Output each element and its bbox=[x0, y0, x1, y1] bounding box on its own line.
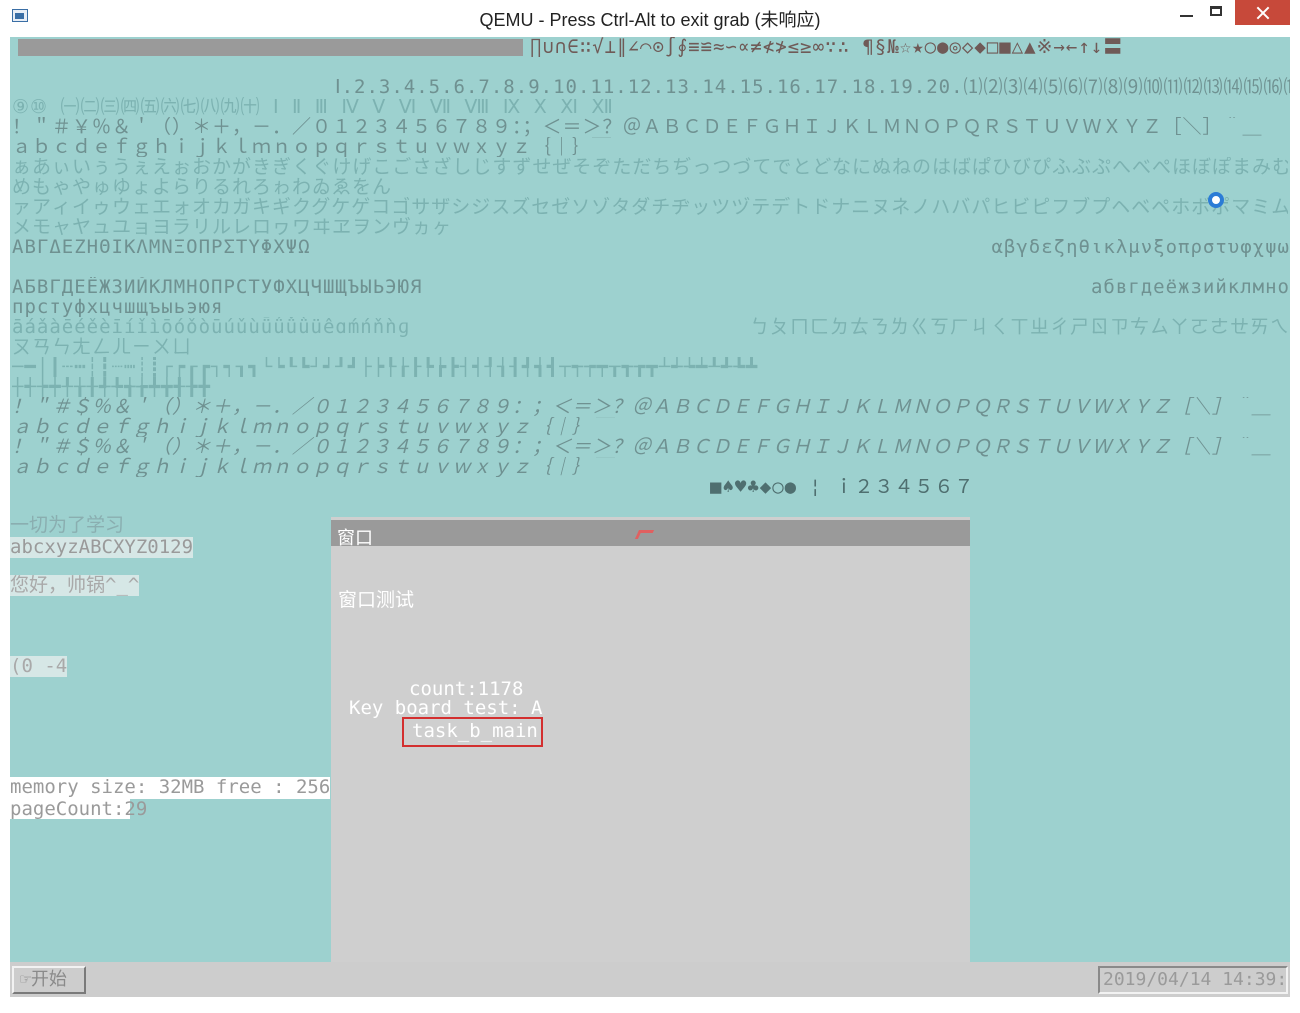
bottom-strip bbox=[0, 997, 1300, 1013]
memory-size-text: memory size: 32MB free : 25600KB bbox=[10, 776, 377, 799]
start-label: 开始 bbox=[30, 969, 67, 990]
hand-icon: ☞ bbox=[20, 969, 31, 990]
clock: 2019/04/14 14:39:50 bbox=[1098, 966, 1288, 994]
font-row-bopomofo-2: ㄡㄢㄣㄤㄥㄦㄧㄨㄩ bbox=[12, 337, 193, 357]
start-button[interactable]: ☞开始 bbox=[12, 966, 86, 994]
screen-top-bar bbox=[18, 39, 523, 56]
window-titlebar[interactable]: QEMU - Press Ctrl-Alt to exit grab (未响应) bbox=[0, 0, 1300, 34]
font-row-greek-lower: αβγδεζηθικλμνξοπρστυφχψω bbox=[991, 237, 1290, 257]
taskbar: ☞开始 2019/04/14 14:39:50 bbox=[10, 962, 1290, 997]
font-row-hiragana-1: ぁあぃいぅうぇえぉおかがきぎくぐけげこごさざしじすずせぜそぞただちぢっつづてでと… bbox=[12, 157, 1288, 177]
page-count-text: pageCount:29 bbox=[10, 798, 148, 820]
font-row-card-symbols: ■♠♥♣◆○● ¦ ｉ２３４５６７ bbox=[710, 477, 975, 497]
font-row-symbols: ∏∪∩∈∷√⊥∥∠⌒⊙∫∮≡≌≈∽∝≠≮≯≤≥∞∵∴ ¶§№☆★○●◎◇◆□■△… bbox=[530, 37, 1124, 57]
task-label-highlighted: task_b_main bbox=[402, 717, 543, 747]
font-row-cyrillic-lower-2: прстуфхцчшщъыьэюя bbox=[12, 297, 224, 317]
keyboard-test-label: Key board test: bbox=[349, 697, 521, 719]
font-row-numbers: Ⅰ.2.3.4.5.6.7.8.9.10.11.12.13.14.15.16.1… bbox=[335, 77, 1290, 97]
font-row-cyrillic-upper: АБВГДЕЁЖЗИЙКЛМНОПРСТУФХЦЧШЩЪЫЬЭЮЯ bbox=[12, 277, 423, 297]
test-window[interactable]: 窗口 窗口测试 count:1178 Key board test: A tas… bbox=[331, 517, 970, 997]
font-row-italic-upper-2: ！＂＃＄％＆＇（）＊＋，－．／０１２３４５６７８９：；＜＝＞？＠ＡＢＣＤＥＦＧＨ… bbox=[12, 437, 1273, 457]
label-alphabet: abcxyzABCXYZ0129 bbox=[10, 536, 194, 558]
font-row-greek-upper: ΑΒΓΔΕΖΗΘΙΚΛΜΝΞΟΠΡΣΤΥΦΧΨΩ bbox=[12, 237, 311, 257]
font-row-cyrillic-lower-1: абвгдеёжзийклмно bbox=[1090, 277, 1290, 297]
font-row-italic-lower-1: ａｂｃｄｅｆｇｈｉｊｋｌｍｎｏｐｑｒｓｔｕｖｗｘｙｚ｛｜｝￣ bbox=[12, 417, 613, 437]
font-row-ascii-upper: ！＂＃￥％＆＇（）＊＋，－．／０１２３４５６７８９：；＜＝＞？＠ＡＢＣＤＥＦＧＨ… bbox=[12, 117, 1263, 137]
font-row-pinyin: āáǎàēéěèīíǐìōóǒòūúǔùǖǘǚǜüêɑḿńňǹɡ bbox=[12, 317, 411, 337]
mouse-coordinates: (0 -4 bbox=[10, 655, 68, 677]
qemu-app-icon bbox=[12, 9, 28, 22]
font-row-italic-lower-2: ａｂｃｄｅｆｇｈｉｊｋｌｍｎｏｐｑｒｓｔｕｖｗｘｙｚ｛｜｝￣ bbox=[12, 457, 613, 477]
test-window-heading: 窗口测试 bbox=[338, 589, 415, 611]
label-greeting: 您好，帅锅^_^ bbox=[10, 574, 140, 596]
emulator-screen[interactable]: ∏∪∩∈∷√⊥∥∠⌒⊙∫∮≡≌≈∽∝≠≮≯≤≥∞∵∴ ¶§№☆★○●◎◇◆□■△… bbox=[10, 37, 1290, 997]
font-row-katakana-2: メモャヤュユョヨラリルレロヮワヰヱヲンヴヵヶ bbox=[12, 217, 453, 237]
font-row-box-drawing-2: ┼┽┾┿╀╁╂╃╄╅╆╇╈╉╊╋ bbox=[12, 377, 212, 397]
mouse-cursor-icon bbox=[1208, 192, 1224, 208]
close-button[interactable] bbox=[1235, 0, 1290, 25]
font-row-italic-upper-1: ！＂＃＄％＆＇（）＊＋，－．／０１２３４５６７８９：；＜＝＞？＠ＡＢＣＤＥＦＧＨ… bbox=[12, 397, 1273, 417]
font-row-box-drawing-1: ─━│┃┄┅┆┇┈┉┊┋┌┍┎┏┐┑┒┓└┕┖┗┘┙┚┛├┝┞┟┠┡┢┣┤┥┦┧… bbox=[12, 357, 759, 377]
font-row-numerals: ⑨⑩ ㈠㈡㈢㈣㈤㈥㈦㈧㈨㈩ Ⅰ Ⅱ Ⅲ Ⅳ Ⅴ Ⅵ Ⅶ Ⅷ Ⅸ Ⅹ Ⅺ Ⅻ bbox=[12, 97, 614, 117]
font-row-hiragana-2: めもゃやゅゆょよらりるれろゎわゐゑをん bbox=[12, 177, 393, 197]
test-window-titlebar[interactable]: 窗口 bbox=[331, 520, 970, 549]
label-study: 一切为了学习 bbox=[10, 514, 125, 536]
maximize-button[interactable] bbox=[1192, 0, 1240, 25]
font-row-katakana-1: ァアィイゥウェエォオカガキギクグケゲコゴサザシジスズセゼソゾタダチヂッツヅテデト… bbox=[12, 197, 1288, 217]
font-row-ascii-lower: ａｂｃｄｅｆｇｈｉｊｋｌｍｎｏｐｑｒｓｔｕｖｗｘｙｚ｛｜｝￣ bbox=[12, 137, 613, 157]
window-close-icon[interactable] bbox=[634, 530, 655, 539]
window-title: QEMU - Press Ctrl-Alt to exit grab (未响应) bbox=[479, 10, 821, 30]
test-window-title: 窗口 bbox=[337, 528, 373, 549]
font-row-bopomofo-1: ㄅㄆㄇㄈㄉㄊㄋㄌㄍㄎㄏㄐㄑㄒㄓㄔㄕㄖㄗㄘㄙㄚㄛㄜㄝㄞㄟ bbox=[749, 317, 1290, 337]
keyboard-test-value: A bbox=[531, 697, 543, 719]
